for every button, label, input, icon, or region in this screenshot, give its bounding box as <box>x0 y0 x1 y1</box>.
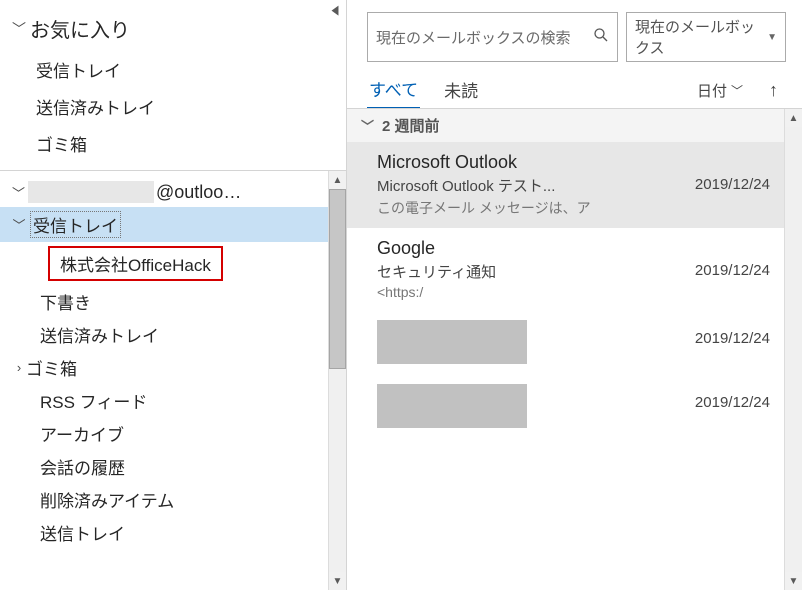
collapse-pane-icon[interactable]: ◀ <box>332 2 339 18</box>
tab-all[interactable]: すべて <box>367 72 420 109</box>
favorites-item[interactable]: 送信済みトレイ <box>0 88 346 125</box>
folder-archive[interactable]: アーカイブ <box>0 417 346 450</box>
tab-unread[interactable]: 未読 <box>442 73 480 108</box>
scope-label: 現在のメールボックス <box>635 16 767 58</box>
folder-pane: ◀ ﹀ お気に入り 受信トレイ 送信済みトレイ ゴミ箱 ▲ ▼ ﹀ @outlo… <box>0 0 347 590</box>
chevron-down-icon: ﹀ <box>12 215 26 234</box>
folder-trash[interactable]: ›ゴミ箱 <box>0 351 346 384</box>
folder-label: RSS フィード <box>26 388 147 413</box>
favorites-header[interactable]: ﹀ お気に入り <box>0 0 346 51</box>
folder-rss[interactable]: RSS フィード <box>0 384 346 417</box>
folder-label: ゴミ箱 <box>36 136 87 155</box>
message-date: 2019/12/24 <box>695 152 770 193</box>
search-row: 現在のメールボックスの検索 現在のメールボックス ▼ <box>347 0 802 72</box>
search-placeholder: 現在のメールボックスの検索 <box>376 27 593 48</box>
message-list-pane: 現在のメールボックスの検索 現在のメールボックス ▼ すべて 未読 日付 ﹀ ↑… <box>347 0 802 590</box>
folder-drafts[interactable]: 下書き <box>0 285 346 318</box>
message-preview: この電子メール メッセージは、ア <box>377 198 695 218</box>
folder-deleted-items[interactable]: 削除済みアイテム <box>0 483 346 516</box>
folder-label: 送信済みトレイ <box>36 99 155 118</box>
account-name-redacted <box>28 181 154 203</box>
message-from: Google <box>377 238 695 259</box>
folder-label: 会話の履歴 <box>26 454 125 479</box>
message-item[interactable]: 2019/12/24 <box>347 374 802 438</box>
chevron-down-icon: ﹀ <box>12 183 26 202</box>
sort-label: 日付 <box>697 80 727 101</box>
folder-inbox[interactable]: ﹀ 受信トレイ <box>0 207 346 242</box>
folder-scrollbar[interactable]: ▲ ▼ <box>328 171 346 590</box>
message-item[interactable]: Google セキュリティ通知 <https:/ 2019/12/24 <box>347 228 802 310</box>
date-group-header[interactable]: ﹀ 2 週間前 <box>347 109 802 142</box>
message-item[interactable]: 2019/12/24 <box>347 310 802 374</box>
search-scope-dropdown[interactable]: 現在のメールボックス ▼ <box>626 12 786 62</box>
group-label: 2 週間前 <box>382 115 440 136</box>
chevron-down-icon: ﹀ <box>731 82 743 99</box>
favorites-item[interactable]: ゴミ箱 <box>0 125 346 162</box>
chevron-down-icon: ﹀ <box>361 116 374 135</box>
tab-label: すべて <box>369 81 418 100</box>
folder-label: 受信トレイ <box>36 62 121 81</box>
message-subject: Microsoft Outlook テスト... <box>377 175 695 196</box>
sort-direction-button[interactable]: ↑ <box>765 80 782 101</box>
message-redacted <box>377 320 527 364</box>
caret-down-icon: ▼ <box>767 32 777 43</box>
account-folder-list: ﹀ @outloo… ﹀ 受信トレイ 株式会社OfficeHack 下書き 送信… <box>0 171 346 549</box>
chevron-down-icon: ﹀ <box>12 19 26 39</box>
chevron-right-icon: › <box>12 360 26 375</box>
folder-label: 送信済みトレイ <box>26 322 159 347</box>
message-date: 2019/12/24 <box>695 384 770 411</box>
scroll-up-icon[interactable]: ▲ <box>785 109 802 127</box>
scroll-thumb[interactable] <box>329 189 346 369</box>
folder-label: アーカイブ <box>26 421 124 446</box>
sort-by-dropdown[interactable]: 日付 ﹀ <box>697 80 743 101</box>
account-suffix: @outloo… <box>156 182 241 203</box>
favorites-item[interactable]: 受信トレイ <box>0 51 346 88</box>
message-redacted <box>377 384 527 428</box>
search-icon[interactable] <box>593 27 609 48</box>
filter-tabs: すべて 未読 日付 ﹀ ↑ <box>347 72 802 108</box>
favorites-label: お気に入り <box>30 14 130 43</box>
folder-conversation-history[interactable]: 会話の履歴 <box>0 450 346 483</box>
tab-label: 未読 <box>444 82 478 101</box>
message-list-scrollbar[interactable]: ▲ ▼ <box>784 109 802 590</box>
folder-label: 削除済みアイテム <box>26 487 174 512</box>
account-header[interactable]: ﹀ @outloo… <box>0 177 346 207</box>
folder-label: 下書き <box>26 289 91 314</box>
search-input[interactable]: 現在のメールボックスの検索 <box>367 12 618 62</box>
highlight-box: 株式会社OfficeHack <box>48 246 223 281</box>
folder-label: 送信トレイ <box>26 520 125 545</box>
message-preview: <https:/ <box>377 284 695 300</box>
message-subject: セキュリティ通知 <box>377 261 695 282</box>
folder-outbox[interactable]: 送信トレイ <box>0 516 346 549</box>
message-date: 2019/12/24 <box>695 238 770 279</box>
message-from: Microsoft Outlook <box>377 152 695 173</box>
folder-sent[interactable]: 送信済みトレイ <box>0 318 346 351</box>
message-date: 2019/12/24 <box>695 320 770 347</box>
scroll-down-icon[interactable]: ▼ <box>785 572 802 590</box>
folder-label: 受信トレイ <box>30 211 121 238</box>
message-item[interactable]: Microsoft Outlook Microsoft Outlook テスト.… <box>347 142 802 228</box>
scroll-up-icon[interactable]: ▲ <box>329 171 346 189</box>
subfolder-officehack[interactable]: 株式会社OfficeHack <box>0 242 346 285</box>
folder-label: ゴミ箱 <box>26 355 77 380</box>
scroll-down-icon[interactable]: ▼ <box>329 572 346 590</box>
